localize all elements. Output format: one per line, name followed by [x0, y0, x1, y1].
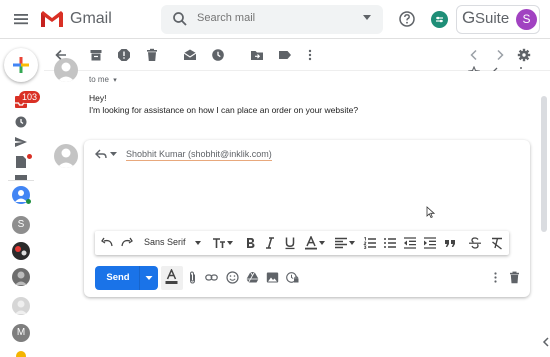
text-size-icon[interactable] [212, 236, 226, 250]
reply-type-caret-icon[interactable] [110, 152, 117, 157]
send-options-caret-icon[interactable] [144, 273, 154, 283]
inbox-unread-badge: 103 [19, 91, 41, 103]
send-button-divider [139, 266, 140, 290]
settings-gear-icon[interactable] [517, 48, 531, 62]
sent-icon[interactable] [14, 135, 28, 149]
to-me-text: to me [89, 75, 110, 84]
redo-icon[interactable] [120, 236, 134, 250]
older-chevron-icon[interactable] [493, 48, 507, 62]
contact-avatar-s[interactable]: S [12, 216, 30, 234]
font-caret-icon[interactable] [195, 241, 201, 245]
message-body: I'm looking for assistance on how I can … [89, 105, 359, 115]
vertical-scrollbar[interactable] [541, 96, 547, 232]
text-color-icon[interactable] [304, 236, 318, 250]
snooze-icon[interactable] [211, 48, 225, 62]
insert-photo-icon[interactable] [266, 271, 279, 284]
archive-icon[interactable] [89, 48, 103, 62]
more-partial-icon[interactable] [515, 66, 527, 70]
snoozed-icon[interactable] [14, 115, 28, 129]
contact-avatar-faded[interactable] [12, 297, 30, 315]
underline-icon[interactable] [283, 236, 297, 250]
bold-icon[interactable] [243, 236, 257, 250]
reply-recipient[interactable]: Shobhit Kumar (shobhit@inklik.com) [126, 149, 272, 161]
rail-divider [8, 180, 34, 181]
delete-icon[interactable] [145, 48, 159, 62]
align-icon[interactable] [334, 236, 348, 250]
mouse-cursor-icon [426, 206, 435, 218]
text-size-caret-icon[interactable] [227, 241, 233, 245]
more-options-icon[interactable] [303, 48, 317, 62]
main-menu-icon[interactable] [12, 10, 30, 28]
insert-emoji-icon[interactable] [226, 271, 239, 284]
send-label: Send [106, 272, 130, 283]
drafts-icon[interactable] [14, 155, 28, 169]
app-title: Gmail [70, 10, 112, 27]
search-icon[interactable] [172, 11, 188, 27]
help-icon[interactable] [399, 11, 415, 27]
reply-arrow-partial-icon[interactable] [398, 66, 410, 70]
indent-more-icon[interactable] [423, 236, 437, 250]
align-caret-icon[interactable] [349, 241, 355, 245]
mark-unread-icon[interactable] [183, 48, 197, 62]
side-panel-toggle-icon[interactable] [540, 335, 550, 349]
insert-link-icon[interactable] [205, 271, 218, 284]
gsuite-label: Suite [475, 10, 510, 27]
contact-avatar-m[interactable]: M [12, 324, 30, 342]
discard-draft-icon[interactable] [508, 271, 521, 284]
compose-plus-icon[interactable] [11, 55, 31, 75]
sender-avatar[interactable] [54, 58, 78, 82]
font-family-select[interactable]: Sans Serif [144, 237, 186, 247]
contact-avatar-photo[interactable] [12, 268, 30, 286]
indent-less-icon[interactable] [403, 236, 417, 250]
quote-icon[interactable] [443, 236, 457, 250]
reply-partial-icon[interactable] [492, 66, 504, 71]
remove-formatting-icon[interactable] [490, 236, 504, 250]
to-me-caret-icon[interactable]: ▾ [113, 77, 117, 84]
reply-type-icon[interactable] [95, 149, 107, 160]
rail-overflow-item [15, 350, 27, 357]
undo-icon[interactable] [100, 236, 114, 250]
gsuite-g-letter: G [462, 8, 476, 27]
compose-more-options-icon[interactable] [489, 271, 502, 284]
bulleted-list-icon[interactable] [383, 236, 397, 250]
gmail-logo-icon[interactable] [40, 10, 64, 28]
numbered-list-icon[interactable] [363, 236, 377, 250]
newer-chevron-icon[interactable] [467, 48, 481, 62]
italic-icon[interactable] [263, 236, 277, 250]
reply-avatar [54, 144, 78, 168]
to-me-label[interactable]: to me ▾ [89, 75, 117, 84]
account-avatar[interactable]: S [516, 9, 537, 30]
strikethrough-icon[interactable] [468, 236, 482, 250]
label-icon[interactable] [278, 48, 292, 62]
message-greeting: Hey! [89, 93, 107, 103]
contact-avatar-m-bg: M [12, 324, 30, 342]
report-spam-icon[interactable] [117, 48, 131, 62]
formatting-options-toggle[interactable] [161, 266, 183, 290]
move-to-icon[interactable] [250, 48, 264, 62]
online-status-dot [26, 199, 31, 204]
confidential-mode-icon[interactable] [286, 271, 299, 284]
drafts-dot [27, 154, 32, 159]
support-icon[interactable] [431, 11, 448, 28]
contact-avatar-s-bg: S [12, 216, 30, 234]
contact-avatar-dark[interactable] [12, 242, 30, 260]
star-partial-icon[interactable] [468, 66, 480, 71]
insert-drive-icon[interactable] [246, 271, 259, 284]
search-input[interactable] [197, 12, 347, 24]
attach-file-icon[interactable] [186, 271, 199, 284]
text-color-caret-icon[interactable] [319, 241, 325, 245]
search-options-caret-icon[interactable] [363, 15, 371, 21]
